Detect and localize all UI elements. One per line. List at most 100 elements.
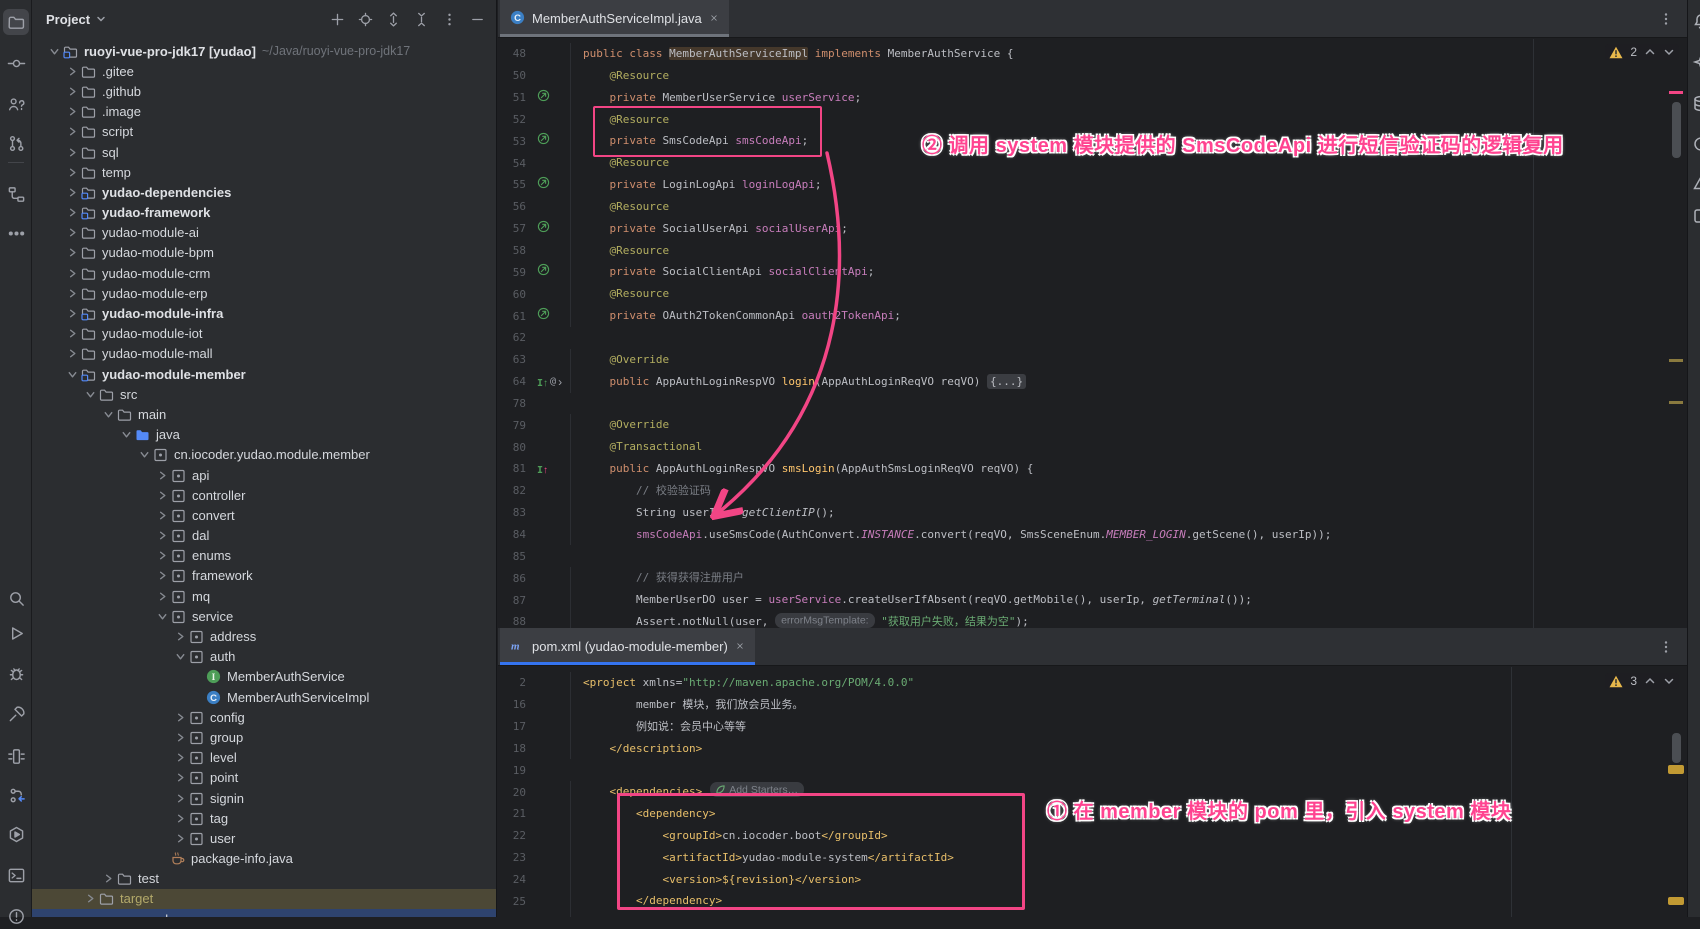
code-text[interactable]: @Resource bbox=[570, 152, 1687, 174]
tree-item-memberauthservice[interactable]: IMemberAuthService bbox=[32, 667, 496, 687]
code-text[interactable]: <dependency> bbox=[570, 912, 1687, 917]
implements-icon[interactable]: I↑ bbox=[537, 460, 548, 478]
chevron-down-icon[interactable] bbox=[154, 610, 171, 623]
collapse-all-icon[interactable] bbox=[412, 10, 430, 28]
more-options-icon[interactable] bbox=[440, 10, 458, 28]
tree-item-api[interactable]: api bbox=[32, 465, 496, 485]
code-text[interactable]: @Resource bbox=[570, 283, 1687, 305]
debug-icon[interactable] bbox=[3, 660, 29, 686]
code-text[interactable]: private OAuth2TokenCommonApi oauth2Token… bbox=[570, 305, 1687, 327]
tree-item-yudao-dependencies[interactable]: yudao-dependencies bbox=[32, 182, 496, 202]
tree-item-target[interactable]: target bbox=[32, 889, 496, 909]
chevron-right-icon[interactable] bbox=[64, 166, 81, 179]
chevron-right-icon[interactable] bbox=[64, 186, 81, 199]
code-text[interactable]: private MemberUserService userService; bbox=[570, 87, 1687, 109]
chevron-right-icon[interactable] bbox=[154, 469, 171, 482]
code-text[interactable]: public AppAuthLoginRespVO smsLogin(AppAu… bbox=[570, 458, 1687, 480]
database-icon[interactable] bbox=[1691, 94, 1700, 114]
bean-injection-icon[interactable] bbox=[537, 263, 550, 281]
tree-item-mq[interactable]: mq bbox=[32, 586, 496, 606]
chevron-right-icon[interactable] bbox=[64, 267, 81, 280]
tree-item-yudao-module-infra[interactable]: yudao-module-infra bbox=[32, 303, 496, 323]
chevron-right-icon[interactable] bbox=[172, 711, 189, 724]
remote-dev-icon[interactable] bbox=[3, 782, 29, 808]
editor-menu-icon[interactable] bbox=[1659, 640, 1673, 654]
code-text[interactable]: private SocialUserApi socialUserApi; bbox=[570, 218, 1687, 240]
tree-item-user[interactable]: user bbox=[32, 828, 496, 848]
device-manager-icon[interactable] bbox=[1691, 206, 1700, 226]
tree-item-yudao-module-crm[interactable]: yudao-module-crm bbox=[32, 263, 496, 283]
annotation-gutter-icon[interactable]: @ bbox=[550, 376, 556, 387]
tab-member-auth-service-impl[interactable]: C MemberAuthServiceImpl.java bbox=[500, 0, 729, 37]
project-icon[interactable] bbox=[3, 9, 29, 35]
inlay-hint[interactable]: Add Starters… bbox=[710, 782, 804, 797]
project-panel-title[interactable]: Project bbox=[46, 12, 90, 27]
code-text[interactable]: MemberUserDO user = userService.createUs… bbox=[570, 589, 1687, 611]
code-text[interactable]: private SocialClientApi socialClientApi; bbox=[570, 261, 1687, 283]
tree-item-signin[interactable]: signin bbox=[32, 788, 496, 808]
bean-injection-icon[interactable] bbox=[537, 132, 550, 150]
code-text[interactable]: @Override bbox=[570, 349, 1687, 371]
build-icon[interactable] bbox=[3, 701, 29, 727]
code-text[interactable]: @Resource bbox=[570, 196, 1687, 218]
tree-item-convert[interactable]: convert bbox=[32, 505, 496, 525]
code-text[interactable]: @Resource bbox=[570, 240, 1687, 262]
chevron-right-icon[interactable] bbox=[154, 529, 171, 542]
tab-pom-xml[interactable]: m pom.xml (yudao-module-member) bbox=[500, 628, 755, 665]
chevron-right-icon[interactable] bbox=[64, 287, 81, 300]
tree-item-level[interactable]: level bbox=[32, 748, 496, 768]
tree-item-src[interactable]: src bbox=[32, 384, 496, 404]
code-text[interactable]: smsCodeApi.useSmsCode(AuthConvert.INSTAN… bbox=[570, 524, 1687, 546]
chevron-right-icon[interactable] bbox=[64, 85, 81, 98]
code-text[interactable]: 例如说：会员中心等等 bbox=[570, 716, 1687, 738]
chevron-right-icon[interactable] bbox=[172, 771, 189, 784]
code-text[interactable]: public AppAuthLoginRespVO login(AppAuthL… bbox=[570, 371, 1687, 393]
chevron-right-icon[interactable] bbox=[172, 751, 189, 764]
chevron-right-icon[interactable] bbox=[172, 731, 189, 744]
chevron-right-icon[interactable] bbox=[172, 630, 189, 643]
editor-menu-icon[interactable] bbox=[1659, 12, 1673, 26]
code-text[interactable]: <project xmlns="http://maven.apache.org/… bbox=[570, 672, 1687, 694]
tree-item-.gitee[interactable]: .gitee bbox=[32, 61, 496, 81]
project-tree[interactable]: ruoyi-vue-pro-jdk17 [yudao] ~/Java/ruoyi… bbox=[32, 38, 496, 917]
code-text[interactable]: member 模块，我们放会员业务。 bbox=[570, 694, 1687, 716]
tree-item-group[interactable]: group bbox=[32, 727, 496, 747]
chevron-right-icon[interactable] bbox=[82, 892, 99, 905]
code-text[interactable]: </dependency> bbox=[570, 890, 1687, 912]
tree-item-script[interactable]: script bbox=[32, 122, 496, 142]
chevron-right-icon[interactable] bbox=[172, 792, 189, 805]
chevron-right-icon[interactable] bbox=[154, 590, 171, 603]
tree-item-main[interactable]: main bbox=[32, 404, 496, 424]
chevron-right-icon[interactable] bbox=[154, 569, 171, 582]
ai-assistant-icon[interactable] bbox=[1691, 53, 1700, 73]
chevron-down-icon[interactable] bbox=[64, 368, 81, 381]
tree-item-package-info.java[interactable]: package-info.java bbox=[32, 849, 496, 869]
terminal-icon[interactable] bbox=[3, 862, 29, 888]
code-text[interactable]: String userIp = getClientIP(); bbox=[570, 502, 1687, 524]
tree-item-test[interactable]: test bbox=[32, 869, 496, 889]
gradle-icon[interactable] bbox=[1691, 134, 1700, 154]
tree-item-yudao-module-iot[interactable]: yudao-module-iot bbox=[32, 324, 496, 344]
code-text[interactable]: @Resource bbox=[570, 109, 1687, 131]
code-text[interactable]: <groupId>cn.iocoder.boot</groupId> bbox=[570, 825, 1687, 847]
tree-item-memberauthserviceimpl[interactable]: CMemberAuthServiceImpl bbox=[32, 687, 496, 707]
close-icon[interactable] bbox=[709, 11, 719, 26]
tree-item-temp[interactable]: temp bbox=[32, 162, 496, 182]
chevron-right-icon[interactable] bbox=[154, 509, 171, 522]
scrollbar-thumb[interactable] bbox=[1672, 733, 1681, 763]
chevron-right-icon[interactable] bbox=[64, 327, 81, 340]
tree-item-yudao-module-member[interactable]: yudao-module-member bbox=[32, 364, 496, 384]
expand-all-icon[interactable] bbox=[384, 10, 402, 28]
code-text[interactable]: @Override bbox=[570, 414, 1687, 436]
code-text[interactable]: private LoginLogApi loginLogApi; bbox=[570, 174, 1687, 196]
scrollbar-thumb[interactable] bbox=[1672, 102, 1681, 158]
code-text[interactable]: @Transactional bbox=[570, 436, 1687, 458]
chevron-right-icon[interactable] bbox=[64, 65, 81, 78]
folded-code[interactable]: {...} bbox=[987, 374, 1026, 389]
tree-item-java[interactable]: java bbox=[32, 425, 496, 445]
chevron-down-icon[interactable] bbox=[136, 448, 153, 461]
chevron-right-icon[interactable] bbox=[64, 206, 81, 219]
chevron-right-icon[interactable] bbox=[64, 146, 81, 159]
commit-icon[interactable] bbox=[3, 50, 29, 76]
tree-item-cn.iocoder.yudao.module.member[interactable]: cn.iocoder.yudao.module.member bbox=[32, 445, 496, 465]
